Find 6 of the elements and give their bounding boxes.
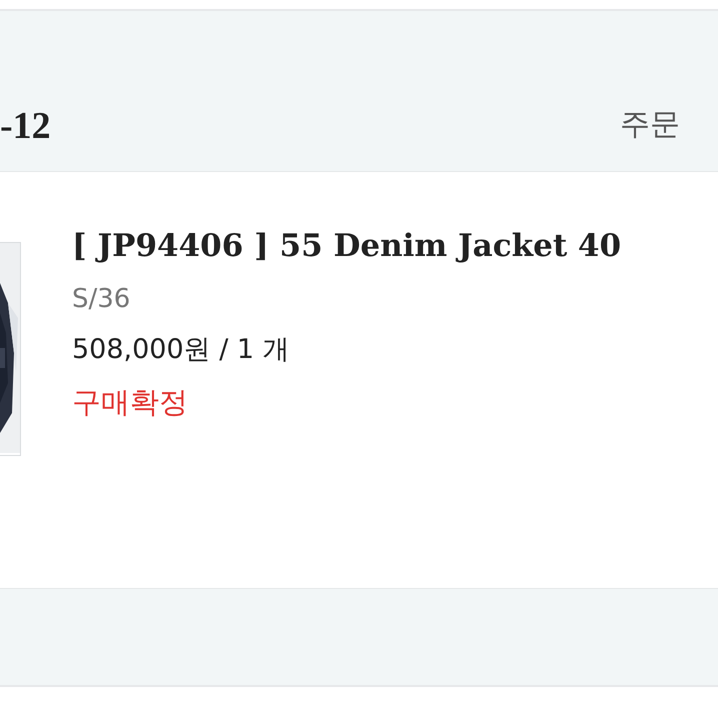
product-option: S/36 <box>72 274 622 324</box>
order-date: -12 <box>0 107 51 149</box>
order-status: 구매확정 <box>72 384 189 421</box>
product-price: 508,000원 / 1 개 <box>72 333 291 367</box>
order-status-link[interactable]: 주문 <box>620 104 718 153</box>
product-title[interactable]: [ JP94406 ] 55 Denim Jacket 40 <box>72 224 622 268</box>
